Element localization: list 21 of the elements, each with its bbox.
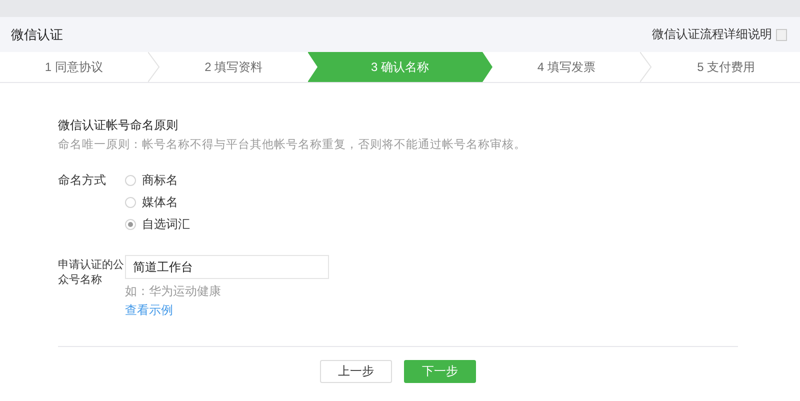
radio-option[interactable]: 媒体名: [125, 195, 190, 210]
back-button[interactable]: 上一步: [320, 360, 392, 383]
radio-button[interactable]: [125, 175, 136, 186]
step-tab[interactable]: 2 填写资料: [160, 52, 308, 82]
radio-option[interactable]: 自选词汇: [125, 217, 190, 232]
field-label: 命名方式: [58, 173, 107, 189]
rule-text: 命名唯一原则：帐号名称不得与平台其他帐号名称重复，否则将不能通过帐号名称审核。: [58, 137, 527, 152]
radio-button[interactable]: [125, 197, 136, 208]
step-tab[interactable]: 1 同意协议: [0, 52, 148, 82]
name-input-field[interactable]: 简道工作台: [125, 255, 329, 279]
radio-button[interactable]: [125, 219, 136, 230]
step-tab[interactable]: 5 支付费用: [652, 52, 800, 82]
section-title: 微信认证帐号命名原则: [58, 117, 179, 134]
field-label: 申请认证的公众号名称: [58, 258, 125, 288]
page-title: 微信认证: [11, 26, 64, 44]
example-link[interactable]: 查看示例: [125, 302, 173, 319]
radio-option[interactable]: 商标名: [125, 173, 190, 188]
help-link[interactable]: 微信认证流程详细说明: [652, 26, 772, 43]
step-tab[interactable]: 4 填写发票: [492, 52, 640, 82]
hint-text: 如：华为运动健康: [125, 283, 221, 300]
document-icon[interactable]: [776, 28, 787, 40]
